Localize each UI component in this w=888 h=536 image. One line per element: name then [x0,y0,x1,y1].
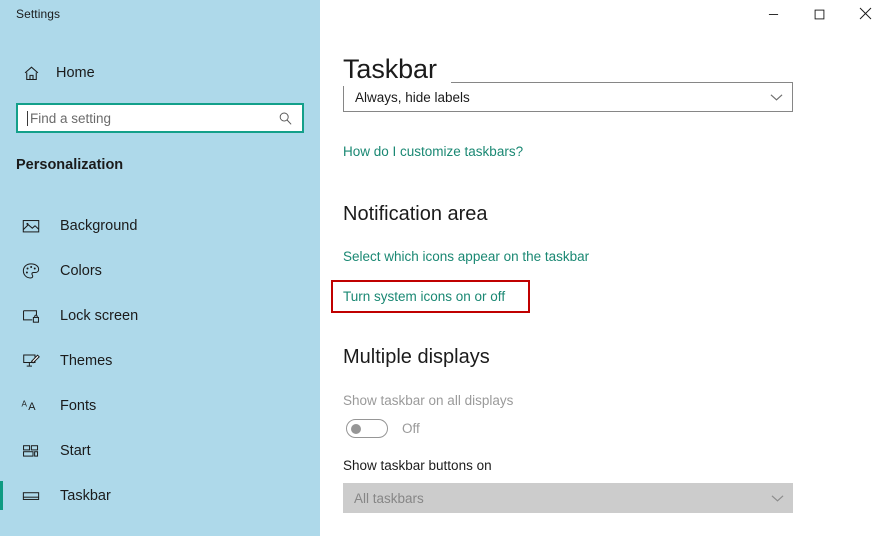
svg-text:A: A [21,399,27,408]
sidebar-item-colors[interactable]: Colors [0,248,320,293]
combine-taskbar-buttons-value: Always, hide labels [355,89,470,105]
lock-screen-icon [20,305,42,327]
sidebar: Settings Home Personalization [0,0,320,536]
fonts-aa-icon: A A [20,395,42,417]
page-title: Taskbar [343,52,451,86]
picture-icon [20,215,42,237]
sidebar-item-fonts[interactable]: A A Fonts [0,383,320,428]
sidebar-nav-list: Background Colors Lock screen Themes A A… [0,203,320,518]
settings-window: Settings Home Personalization [0,0,888,536]
sidebar-item-lock-screen-label: Lock screen [60,307,139,324]
app-title: Settings [16,7,61,21]
sidebar-category-heading: Personalization [16,157,124,173]
home-icon [20,62,42,84]
show-taskbar-buttons-on-dropdown[interactable]: All taskbars [343,483,793,513]
chevron-down-icon [770,93,783,102]
search-input[interactable] [28,105,272,131]
search-box[interactable] [16,103,304,133]
show-taskbar-all-displays-toggle[interactable] [346,419,388,438]
selection-accent [0,436,3,465]
notification-area-heading: Notification area [343,203,488,225]
selection-accent [0,481,3,510]
sidebar-item-taskbar-label: Taskbar [60,487,111,504]
combine-taskbar-buttons-dropdown[interactable]: Always, hide labels [343,82,793,112]
show-taskbar-all-displays-state: Off [402,421,420,436]
sidebar-item-start-label: Start [60,442,91,459]
main-content: Always, hide labels How do I customize t… [320,0,888,536]
select-icons-on-taskbar-link[interactable]: Select which icons appear on the taskbar [343,249,589,264]
show-taskbar-all-displays-toggle-row[interactable]: Off [346,419,420,438]
sidebar-item-home[interactable]: Home [12,59,302,87]
sidebar-item-themes[interactable]: Themes [0,338,320,383]
sidebar-item-lock-screen[interactable]: Lock screen [0,293,320,338]
selection-accent [0,256,3,285]
customize-taskbars-link[interactable]: How do I customize taskbars? [343,144,523,159]
theme-brush-icon [20,350,42,372]
search-icon[interactable] [272,111,298,126]
selection-accent [0,346,3,375]
turn-system-icons-link[interactable]: Turn system icons on or off [343,289,505,304]
show-taskbar-buttons-on-label: Show taskbar buttons on [343,458,492,473]
svg-text:A: A [28,401,36,413]
taskbar-icon [20,485,42,507]
palette-icon [20,260,42,282]
sidebar-item-fonts-label: Fonts [60,397,97,414]
selection-accent [0,301,3,330]
show-taskbar-all-displays-label: Show taskbar on all displays [343,393,514,408]
toggle-knob [351,423,361,434]
sidebar-item-themes-label: Themes [60,352,113,369]
multiple-displays-heading: Multiple displays [343,346,490,368]
sidebar-item-colors-label: Colors [60,262,102,279]
selection-accent [0,391,3,420]
selection-accent [0,211,3,240]
chevron-down-icon [771,494,784,503]
sidebar-item-taskbar[interactable]: Taskbar [0,473,320,518]
start-tiles-icon [20,440,42,462]
sidebar-item-home-label: Home [56,65,95,81]
show-taskbar-buttons-on-value: All taskbars [354,490,424,506]
sidebar-item-start[interactable]: Start [0,428,320,473]
sidebar-item-background[interactable]: Background [0,203,320,248]
sidebar-item-background-label: Background [60,217,138,234]
